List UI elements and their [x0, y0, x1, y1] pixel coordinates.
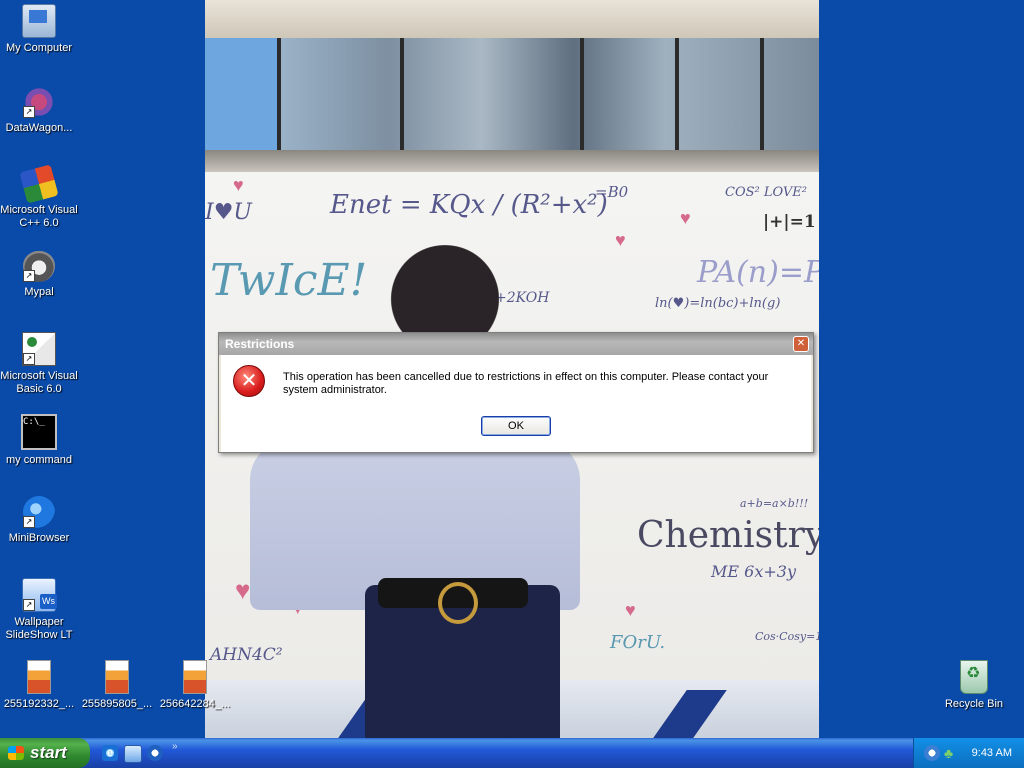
clock[interactable]: 9:43 AM: [972, 738, 1012, 768]
taskbar: start e » ♣ 9:43 AM: [0, 738, 1024, 768]
desktop-icon-recycle-bin[interactable]: Recycle Bin: [935, 660, 1013, 711]
desktop-icon-image-file[interactable]: 255192332_...: [0, 660, 78, 711]
ok-button[interactable]: OK: [481, 416, 551, 436]
datawagon-icon: ↗: [23, 86, 55, 118]
scribble-text: PA(n)=PB: [697, 255, 819, 290]
scribble-text: I♥U: [205, 200, 252, 225]
dialog-message: This operation has been cancelled due to…: [283, 371, 769, 396]
mypal-icon: ↗: [23, 250, 55, 282]
desktop-icon-mypal[interactable]: ↗ Mypal: [0, 250, 78, 299]
desktop-icon-label: 256642284_...: [159, 698, 231, 710]
dialog-body: ✕ This operation has been cancelled due …: [221, 355, 811, 452]
desktop-icon-label: 255192332_...: [3, 698, 75, 710]
command-prompt-icon: C:\_: [21, 414, 57, 450]
desktop-icon-datawagon[interactable]: ↗ DataWagon...: [0, 86, 78, 135]
image-file-icon: [27, 660, 51, 694]
wallpaper-ledge: [205, 150, 819, 174]
desktop-icon-label: 255895805_...: [81, 698, 153, 710]
wallpaper-mullion: [580, 38, 584, 156]
image-file-icon: [183, 660, 207, 694]
desktop-icon-label: my command: [5, 454, 73, 466]
recycle-bin-icon: [960, 660, 988, 694]
tray-app-icon[interactable]: ♣: [944, 745, 958, 761]
windows-logo-icon: [8, 746, 24, 760]
scribble-text: Cos·Cosy=1: [755, 630, 819, 643]
error-glyph: ✕: [240, 370, 258, 392]
scribble-text: a+b=a×b!!!: [740, 497, 809, 510]
scribble-text: Chemistry: [637, 515, 819, 556]
desktop-icon-wallpaper-slideshow[interactable]: ↗ Wallpaper SlideShow LT: [0, 578, 78, 642]
scribble-text: ME 6x+3y: [711, 562, 796, 581]
heart-doodle: ♥: [625, 600, 636, 620]
desktop-icon-minibrowser[interactable]: ↗ MiniBrowser: [0, 496, 78, 545]
desktop-icon-label: Wallpaper SlideShow LT: [5, 616, 73, 641]
scribble-text: COS² LOVE²: [725, 185, 808, 200]
close-icon[interactable]: ✕: [793, 336, 809, 352]
desktop-icon-my-computer[interactable]: My Computer: [0, 4, 78, 55]
media-player-icon[interactable]: [147, 745, 163, 761]
scribble-text: |+|=1: [763, 212, 816, 232]
visual-cpp-icon: [19, 164, 59, 204]
desktop-icon-label: Microsoft Visual C++ 6.0: [0, 204, 78, 229]
desktop-icon-image-file[interactable]: 256642284_...: [156, 660, 234, 711]
dialog-title-bar[interactable]: Restrictions ✕: [219, 333, 813, 355]
wallpaper-ceiling: [205, 0, 819, 38]
scribble-text: FOrU.: [610, 632, 666, 653]
start-label: start: [30, 743, 67, 762]
wallpaper-slideshow-icon: ↗: [22, 578, 57, 612]
person-buckle: [438, 582, 478, 624]
wallpaper-mullion: [400, 38, 404, 156]
wallpaper-mullion: [675, 38, 679, 156]
dialog-title: Restrictions: [225, 337, 295, 351]
visual-basic-icon: ↗: [22, 332, 56, 366]
network-tray-icon[interactable]: [924, 745, 940, 761]
heart-doodle: ♥: [615, 230, 626, 250]
scribble-text: Enet = KQx / (R²+x²): [330, 190, 608, 220]
heart-doodle: ♥: [235, 575, 251, 605]
scribble-text: TwIcE!: [210, 255, 368, 306]
heart-doodle: ♥: [680, 208, 691, 228]
internet-explorer-icon[interactable]: e: [102, 745, 118, 761]
my-computer-icon: [22, 4, 56, 38]
desktop-icon-visual-cpp[interactable]: Microsoft Visual C++ 6.0: [0, 164, 78, 230]
system-tray: ♣ 9:43 AM: [913, 738, 1024, 768]
start-button[interactable]: start: [0, 738, 90, 768]
desktop-icon-label: My Computer: [5, 42, 73, 54]
desktop-icon-label: MiniBrowser: [8, 532, 70, 544]
wallpaper-windows: [205, 38, 819, 156]
desktop-icon-my-command[interactable]: C:\_ my command: [0, 414, 78, 467]
wallpaper-mullion: [760, 38, 764, 156]
scribble-text: =B0: [595, 183, 629, 201]
restrictions-dialog: Restrictions ✕ ✕ This operation has been…: [218, 332, 814, 453]
desktop-icon-visual-basic[interactable]: ↗ Microsoft Visual Basic 6.0: [0, 332, 78, 396]
minibrowser-icon: ↗: [23, 496, 55, 528]
scribble-text: ln(♥)=ln(bc)+ln(g): [655, 296, 781, 311]
desktop-icon-label: Recycle Bin: [944, 698, 1004, 710]
wallpaper-mullion: [277, 38, 281, 156]
show-desktop-icon[interactable]: [124, 745, 142, 763]
error-icon: ✕: [233, 365, 265, 397]
desktop-icon-image-file[interactable]: 255895805_...: [78, 660, 156, 711]
quick-launch-more-icon[interactable]: »: [172, 741, 178, 752]
desktop-icon-label: Microsoft Visual Basic 6.0: [0, 370, 78, 395]
desktop-icon-label: DataWagon...: [5, 122, 73, 134]
heart-doodle: ♥: [233, 175, 244, 195]
image-file-icon: [105, 660, 129, 694]
desktop-icon-label: Mypal: [24, 286, 54, 298]
